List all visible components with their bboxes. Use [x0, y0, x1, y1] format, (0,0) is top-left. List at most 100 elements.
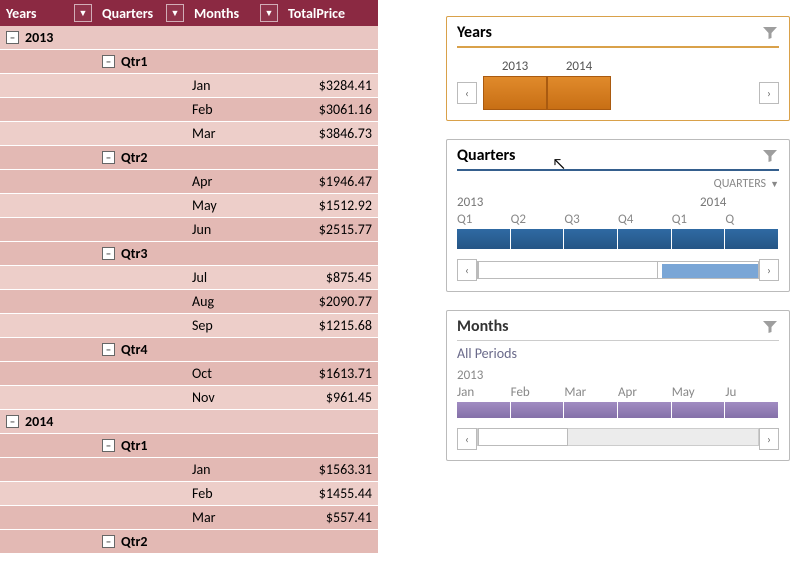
month-label: Jan — [192, 461, 211, 478]
pivot-data-row[interactable]: Apr$1946.47 — [0, 170, 378, 194]
collapse-icon[interactable]: − — [102, 151, 115, 164]
slicer-years-title: Years — [457, 23, 492, 42]
header-quarters-label: Quarters — [102, 5, 153, 22]
dropdown-icon[interactable]: ▼ — [74, 4, 92, 22]
timeline-segment[interactable] — [511, 229, 565, 249]
collapse-icon[interactable]: − — [102, 247, 115, 260]
timeline-quarters[interactable]: Quarters QUARTERS ▼ 2013 2014 Q1Q2Q3Q4Q1… — [446, 139, 790, 292]
filter-icon[interactable] — [761, 24, 779, 42]
month-label: Oct — [192, 365, 212, 382]
quarter-tick-label: Q2 — [511, 212, 565, 227]
collapse-icon[interactable]: − — [102, 439, 115, 452]
total-value: $1512.92 — [319, 197, 372, 214]
timeline-segment[interactable] — [511, 402, 565, 418]
scroll-track[interactable] — [477, 261, 759, 279]
timeline-segment[interactable] — [618, 402, 672, 418]
nav-right-button[interactable]: › — [759, 82, 779, 104]
slicer-year-item[interactable]: 2014 — [547, 76, 611, 110]
timeline-months[interactable]: Months All Periods 2013 JanFebMarAprMayJ… — [446, 310, 790, 461]
scroll-thumb[interactable] — [478, 428, 568, 446]
timeline-bar[interactable] — [457, 402, 779, 418]
nav-left-button[interactable]: ‹ — [457, 82, 477, 104]
scroll-left-button[interactable]: ‹ — [457, 259, 477, 281]
total-value: $3061.16 — [319, 101, 372, 118]
timeline-quarters-title: Quarters — [457, 146, 515, 165]
pivot-data-row[interactable]: May $1512.92 — [0, 194, 378, 218]
pivot-quarter-row[interactable]: −Qtr1 — [0, 434, 378, 458]
filter-icon[interactable] — [761, 147, 779, 165]
timeline-segment[interactable] — [564, 402, 618, 418]
dropdown-icon[interactable]: ▼ — [260, 4, 278, 22]
quarter-label: Qtr2 — [121, 533, 148, 550]
pivot-data-row[interactable]: Jan$3284.41 — [0, 74, 378, 98]
slicer-years[interactable]: Years ‹ 20132014 › — [446, 16, 790, 121]
timeline-bar[interactable] — [457, 229, 779, 249]
pivot-data-row[interactable]: Mar$3846.73 — [0, 122, 378, 146]
timeline-level-selector[interactable]: QUARTERS ▼ — [457, 177, 779, 191]
total-value: $1946.47 — [319, 173, 372, 190]
total-value: $2515.77 — [319, 221, 372, 238]
pivot-data-row[interactable]: Oct$1613.71 — [0, 362, 378, 386]
scroll-thumb[interactable] — [478, 261, 658, 279]
pivot-quarter-row[interactable]: −Qtr4 — [0, 338, 378, 362]
scroll-right-button[interactable]: › — [759, 259, 779, 281]
quarter-tick-label: Q1 — [672, 212, 726, 227]
pivot-quarter-row[interactable]: −Qtr3 — [0, 242, 378, 266]
year-label: 2013 — [25, 29, 53, 46]
quarter-label: Qtr1 — [121, 437, 148, 454]
timeline-months-year: 2013 — [457, 368, 779, 383]
pivot-data-row[interactable]: Sep$1215.68 — [0, 314, 378, 338]
pivot-data-row[interactable]: Jan$1563.31 — [0, 458, 378, 482]
timeline-segment[interactable] — [672, 402, 726, 418]
month-label: Feb — [192, 485, 213, 502]
collapse-icon[interactable]: − — [102, 343, 115, 356]
pivot-header-years[interactable]: Years ▼ — [0, 0, 96, 26]
timeline-segment[interactable] — [672, 229, 726, 249]
pivot-data-row[interactable]: Mar$557.41 — [0, 506, 378, 530]
scroll-tail — [662, 264, 758, 278]
timeline-segment[interactable] — [457, 402, 511, 418]
month-label: May — [192, 197, 217, 214]
collapse-icon[interactable]: − — [6, 31, 19, 44]
slicer-year-item[interactable]: 2013 — [483, 76, 547, 110]
filter-icon[interactable] — [761, 318, 779, 336]
pivot-quarter-row[interactable]: −Qtr1 — [0, 50, 378, 74]
pivot-header-row: Years ▼ Quarters ▼ Months ▼ TotalPrice — [0, 0, 378, 26]
year-label: 2014 — [25, 413, 53, 430]
pivot-data-row[interactable]: Nov$961.45 — [0, 386, 378, 410]
month-label: Sep — [192, 317, 213, 334]
dropdown-icon[interactable]: ▼ — [166, 4, 184, 22]
header-months-label: Months — [194, 5, 239, 22]
pivot-year-row[interactable]: −2013 — [0, 26, 378, 50]
month-label: Jun — [192, 221, 211, 238]
month-label: Aug — [192, 293, 214, 310]
collapse-icon[interactable]: − — [6, 415, 19, 428]
collapse-icon[interactable]: − — [102, 535, 115, 548]
pivot-year-row[interactable]: −2014 — [0, 410, 378, 434]
collapse-icon[interactable]: − — [102, 55, 115, 68]
total-value: $875.45 — [326, 269, 372, 286]
pivot-data-row[interactable]: Jul$875.45 — [0, 266, 378, 290]
pivot-data-row[interactable]: Jun $2515.77 — [0, 218, 378, 242]
pivot-data-row[interactable]: Aug$2090.77 — [0, 290, 378, 314]
pivot-header-months[interactable]: Months ▼ — [188, 0, 282, 26]
pivot-data-row[interactable]: Feb$3061.16 — [0, 98, 378, 122]
timeline-year-label: 2014 — [700, 195, 779, 210]
quarter-tick-label: Q — [725, 212, 779, 227]
scroll-track[interactable] — [477, 428, 759, 446]
month-label: Mar — [192, 509, 216, 526]
timeline-segment[interactable] — [564, 229, 618, 249]
timeline-segment[interactable] — [725, 402, 779, 418]
month-tick-label: Ju — [725, 385, 779, 400]
scroll-left-button[interactable]: ‹ — [457, 428, 477, 450]
timeline-segment[interactable] — [457, 229, 511, 249]
quarter-label: Qtr3 — [121, 245, 148, 262]
month-label: Mar — [192, 125, 216, 142]
timeline-segment[interactable] — [725, 229, 779, 249]
pivot-data-row[interactable]: Feb$1455.44 — [0, 482, 378, 506]
pivot-header-quarters[interactable]: Quarters ▼ — [96, 0, 188, 26]
pivot-quarter-row[interactable]: −Qtr2 — [0, 530, 378, 554]
timeline-segment[interactable] — [618, 229, 672, 249]
pivot-quarter-row[interactable]: −Qtr2 — [0, 146, 378, 170]
scroll-right-button[interactable]: › — [759, 428, 779, 450]
